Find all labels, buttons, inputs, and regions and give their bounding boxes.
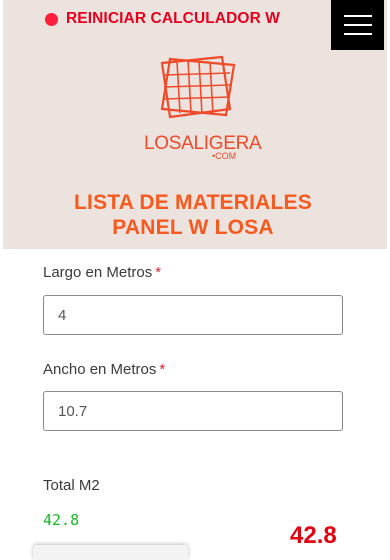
- total-m2-value: 42.8: [43, 511, 80, 529]
- page-title-line-2: PANEL W LOSA: [112, 216, 274, 239]
- reset-calculator-link[interactable]: REINICIAR CALCULADOR W: [45, 10, 280, 28]
- hamburger-icon-bar: [343, 33, 372, 35]
- required-mark: *: [159, 361, 166, 378]
- hamburger-icon-bar: [343, 24, 372, 26]
- largo-input[interactable]: [43, 295, 343, 335]
- menu-button[interactable]: [331, 0, 384, 50]
- total-m2-big-value: 42.8: [290, 522, 337, 549]
- left-edge: [0, 0, 3, 560]
- panel-grid-logo: [160, 55, 236, 119]
- bottom-floating-tab[interactable]: [33, 545, 188, 560]
- ancho-input[interactable]: [43, 391, 343, 431]
- red-dot-icon: [45, 12, 58, 26]
- brand-domain: •COM: [212, 151, 237, 161]
- largo-label: Largo en Metros *: [43, 264, 161, 281]
- hamburger-icon: [343, 15, 372, 17]
- ancho-label-text: Ancho en Metros: [43, 361, 157, 378]
- total-m2-label: Total M2: [43, 477, 100, 494]
- page-title-line-1: LISTA DE MATERIALES: [74, 191, 312, 214]
- reset-calculator-label: REINICIAR CALCULADOR W: [66, 10, 281, 27]
- brand-name: LOSALIGERA: [144, 133, 262, 154]
- required-mark: *: [155, 264, 162, 281]
- ancho-label: Ancho en Metros *: [43, 361, 165, 378]
- largo-label-text: Largo en Metros: [43, 264, 153, 281]
